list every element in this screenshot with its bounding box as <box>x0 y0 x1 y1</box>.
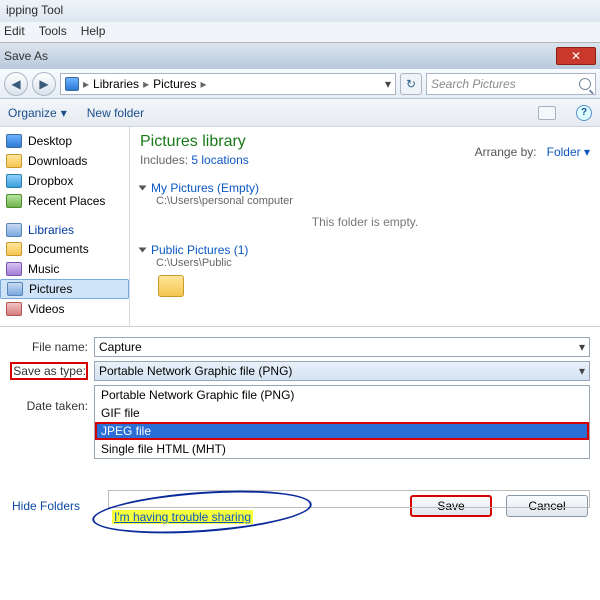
arrange-by: Arrange by: Folder ▾ <box>475 145 590 159</box>
search-placeholder: Search Pictures <box>431 77 516 91</box>
collapse-icon[interactable] <box>139 248 147 253</box>
filetype-option-jpeg[interactable]: JPEG file <box>95 422 589 440</box>
nav-bar: ◀ ▶ ▸ Libraries ▸ Pictures ▸ ▾ ↻ Search … <box>0 69 600 99</box>
chevron-down-icon[interactable]: ▾ <box>579 340 585 354</box>
search-icon <box>579 78 591 90</box>
breadcrumb-sep: ▸ <box>200 77 206 91</box>
chevron-down-icon: ▾ <box>579 364 585 378</box>
filename-label: File name: <box>10 340 88 354</box>
sidebar-item-label: Recent Places <box>28 194 105 208</box>
sidebar-item-label: Desktop <box>28 134 72 148</box>
menu-edit[interactable]: Edit <box>4 24 25 40</box>
breadcrumb-dropdown[interactable]: ▾ <box>385 77 391 91</box>
sidebar-item-label: Videos <box>28 302 64 316</box>
dialog-titlebar: Save As ✕ <box>0 43 600 69</box>
folder-icon <box>6 154 22 168</box>
forward-icon: ▶ <box>39 77 48 91</box>
sidebar-item-label: Downloads <box>28 154 87 168</box>
recent-icon <box>6 194 22 208</box>
music-icon <box>6 262 22 276</box>
sidebar-item-label: Dropbox <box>28 174 73 188</box>
sidebar-item-label: Music <box>28 262 59 276</box>
includes-link[interactable]: 5 locations <box>191 153 248 167</box>
group-title[interactable]: Public Pictures (1) <box>151 243 248 257</box>
refresh-button[interactable]: ↻ <box>400 73 422 95</box>
folder-icon[interactable] <box>158 275 184 297</box>
organize-menu[interactable]: Organize ▾ <box>8 106 67 120</box>
annotation-area: I'm having trouble sharing <box>60 490 590 524</box>
menu-tools[interactable]: Tools <box>39 24 67 40</box>
folder-icon <box>6 242 22 256</box>
sidebar-item-recent[interactable]: Recent Places <box>0 191 129 211</box>
app-title: ipping Tool <box>0 0 600 22</box>
dialog-toolbar: Organize ▾ New folder ? <box>0 99 600 127</box>
saveastype-options: Portable Network Graphic file (PNG) GIF … <box>94 385 590 459</box>
forward-button[interactable]: ▶ <box>32 72 56 96</box>
dialog-body: Desktop Downloads Dropbox Recent Places … <box>0 127 600 327</box>
sidebar-item-dropbox[interactable]: Dropbox <box>0 171 129 191</box>
sidebar-item-videos[interactable]: Videos <box>0 299 129 319</box>
libraries-icon <box>65 77 79 91</box>
breadcrumb-sep: ▸ <box>83 77 89 91</box>
filename-input[interactable]: Capture▾ <box>94 337 590 357</box>
sidebar-item-music[interactable]: Music <box>0 259 129 279</box>
sidebar-item-downloads[interactable]: Downloads <box>0 151 129 171</box>
refresh-icon: ↻ <box>406 77 416 91</box>
sidebar: Desktop Downloads Dropbox Recent Places … <box>0 127 130 326</box>
breadcrumb-sep: ▸ <box>143 77 149 91</box>
save-as-dialog: Save As ✕ ◀ ▶ ▸ Libraries ▸ Pictures ▸ ▾… <box>0 42 600 525</box>
group-title[interactable]: My Pictures (Empty) <box>151 181 259 195</box>
dropbox-icon <box>6 174 22 188</box>
save-form: File name: Capture▾ Save as type: Portab… <box>0 327 600 487</box>
back-icon: ◀ <box>11 77 20 91</box>
main-pane: Pictures library Includes: 5 locations A… <box>130 127 600 326</box>
crumb-pictures[interactable]: Pictures <box>153 77 196 91</box>
new-folder-button[interactable]: New folder <box>87 106 144 120</box>
sidebar-item-pictures[interactable]: Pictures <box>0 279 129 299</box>
saveastype-dropdown[interactable]: Portable Network Graphic file (PNG)▾ <box>94 361 590 381</box>
filetype-option-png[interactable]: Portable Network Graphic file (PNG) <box>95 386 589 404</box>
empty-message: This folder is empty. <box>140 215 590 229</box>
sidebar-item-label: Libraries <box>28 223 74 237</box>
libraries-icon <box>6 223 22 237</box>
view-options-button[interactable] <box>538 106 556 120</box>
videos-icon <box>6 302 22 316</box>
dialog-title-text: Save As <box>4 49 48 63</box>
sidebar-item-documents[interactable]: Documents <box>0 239 129 259</box>
crumb-libraries[interactable]: Libraries <box>93 77 139 91</box>
group-path: C:\Users\personal computer <box>140 195 590 207</box>
collapse-icon[interactable] <box>139 186 147 191</box>
help-button[interactable]: ? <box>576 105 592 121</box>
desktop-icon <box>6 134 22 148</box>
menu-help[interactable]: Help <box>81 24 106 40</box>
group-my-pictures: My Pictures (Empty) C:\Users\personal co… <box>140 181 590 229</box>
sidebar-item-label: Documents <box>28 242 89 256</box>
sidebar-item-desktop[interactable]: Desktop <box>0 131 129 151</box>
trouble-sharing-link[interactable]: I'm having trouble sharing <box>112 510 253 524</box>
annotation-box <box>108 490 590 508</box>
breadcrumb[interactable]: ▸ Libraries ▸ Pictures ▸ ▾ <box>60 73 396 95</box>
app-menubar: Edit Tools Help <box>0 22 600 42</box>
filetype-option-gif[interactable]: GIF file <box>95 404 589 422</box>
datetaken-label: Date taken: <box>10 399 88 413</box>
sidebar-item-libraries[interactable]: Libraries <box>0 221 129 239</box>
chevron-down-icon: ▾ <box>61 106 67 120</box>
filetype-option-mht[interactable]: Single file HTML (MHT) <box>95 440 589 458</box>
pictures-icon <box>7 282 23 296</box>
back-button[interactable]: ◀ <box>4 72 28 96</box>
arrange-by-dropdown[interactable]: Folder ▾ <box>547 145 590 159</box>
group-public-pictures: Public Pictures (1) C:\Users\Public <box>140 243 590 297</box>
close-icon: ✕ <box>571 49 581 63</box>
sidebar-item-label: Pictures <box>29 282 72 296</box>
close-button[interactable]: ✕ <box>556 47 596 65</box>
group-path: C:\Users\Public <box>140 257 590 269</box>
search-input[interactable]: Search Pictures <box>426 73 596 95</box>
saveastype-label: Save as type: <box>10 362 88 380</box>
